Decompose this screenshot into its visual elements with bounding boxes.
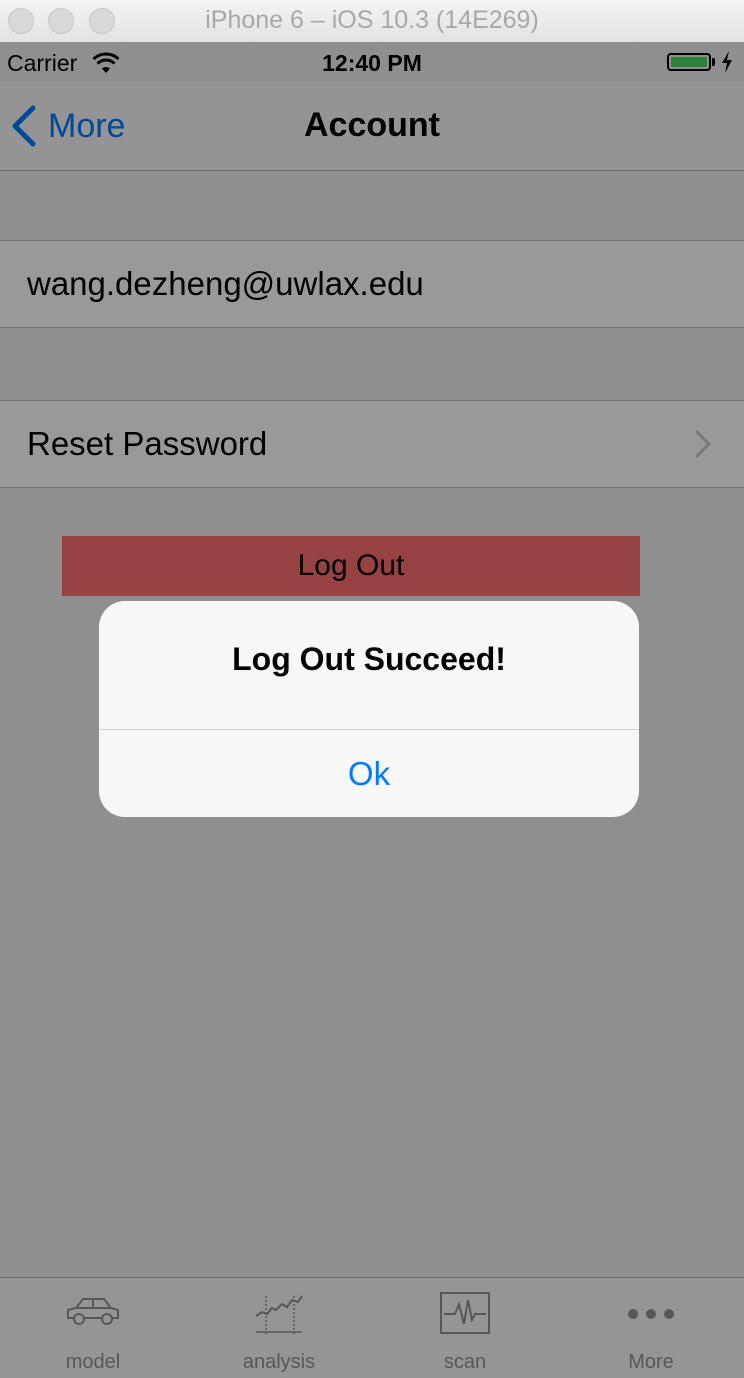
window-title: iPhone 6 – iOS 10.3 (14E269): [205, 6, 539, 34]
alert-dialog: Log Out Succeed! Ok: [99, 601, 639, 817]
alert-title: Log Out Succeed!: [232, 641, 506, 677]
phone-screen: Carrier 12:40 PM More Account wang.dezhe…: [0, 42, 744, 1378]
simulator-titlebar: iPhone 6 – iOS 10.3 (14E269): [0, 0, 744, 43]
ok-button[interactable]: Ok: [99, 730, 639, 817]
